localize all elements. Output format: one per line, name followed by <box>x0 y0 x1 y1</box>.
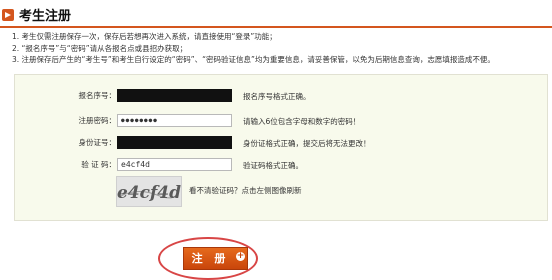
enroll-no-input[interactable] <box>117 89 232 102</box>
password-input[interactable]: ●●●●●●●● <box>117 114 232 127</box>
instruction-3: 3. 注册保存后产生的“考生号”和考生自行设定的“密码”、“密码验证信息”均为重… <box>12 55 495 64</box>
header-divider <box>0 26 552 28</box>
enroll-no-hint: 报名序号格式正确。 <box>243 92 311 101</box>
instruction-1: 1. 考生仅需注册保存一次，保存后若想再次进入系统，请直接使用“登录”功能； <box>12 32 277 41</box>
id-number-input[interactable] <box>117 136 232 149</box>
captcha-label: 验 证 码： <box>81 160 116 169</box>
enroll-no-label: 报名序号： <box>78 91 117 100</box>
password-label: 注册密码： <box>78 116 117 125</box>
register-button-label: 注 册 <box>191 252 230 265</box>
instructions: 1. 考生仅需注册保存一次，保存后若想再次进入系统，请直接使用“登录”功能； 2… <box>12 31 495 66</box>
captcha-hint: 验证码格式正确。 <box>243 161 303 170</box>
page-header: 考生注册 <box>0 0 552 28</box>
plus-icon: + <box>236 251 245 261</box>
captcha-input[interactable]: e4cf4d <box>117 158 232 171</box>
refresh-captcha-hint[interactable]: 看不清验证码？点击左侧图像刷新 <box>189 185 302 196</box>
id-number-hint: 身份证格式正确，提交后将无法更改！ <box>243 139 371 148</box>
password-hint: 请输入6位包含字母和数字的密码！ <box>243 117 361 126</box>
id-number-label: 身份证号： <box>78 138 117 147</box>
captcha-image[interactable]: e4cf4d <box>116 176 182 207</box>
arrow-icon <box>2 9 14 21</box>
captcha-text: e4cf4d <box>117 183 181 203</box>
instruction-2: 2. “报名序号”与“密码”请从各报名点或县招办获取； <box>12 43 188 53</box>
page-title: 考生注册 <box>19 9 72 24</box>
